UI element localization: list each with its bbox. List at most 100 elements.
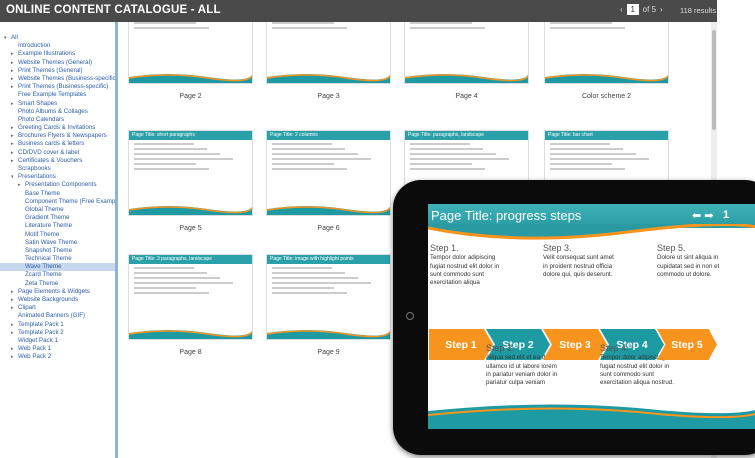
thumbnail[interactable] (404, 22, 529, 84)
sidebar-item[interactable]: ▸ Brochures Flyers & Newspapers (0, 132, 115, 140)
sidebar-item-label: Introduction (18, 42, 51, 50)
chevron-icon[interactable]: ▾ (11, 173, 18, 181)
sidebar-item-label: Photo Calendars (18, 115, 65, 123)
thumbnail[interactable]: Page Title: image with highlight points (266, 254, 391, 340)
thumbnail[interactable] (128, 22, 253, 84)
chevron-icon[interactable]: ▸ (11, 345, 18, 353)
sidebar-item[interactable]: ▸ CD/DVD cover & label (0, 149, 115, 157)
thumbnail[interactable]: Page Title: short paragraphs (128, 130, 253, 216)
chevron-icon[interactable]: ▸ (11, 296, 18, 304)
chevron-icon[interactable]: ▸ (11, 50, 18, 58)
sidebar-item[interactable]: ▸ Page Elements & Widgets (0, 288, 115, 296)
sidebar-item-label: Zeta Theme (25, 279, 59, 287)
sidebar-item[interactable]: ▸ Website Backgrounds (0, 296, 115, 304)
text-line (134, 22, 196, 24)
thumbnail-caption: Page 3 (317, 93, 340, 100)
sidebar-item-label: Literature Theme (25, 222, 73, 230)
chevron-icon[interactable]: ▸ (11, 304, 18, 312)
text-line (410, 148, 483, 150)
sidebar-item[interactable]: ▸ Template Pack 2 (0, 329, 115, 337)
thumbnail[interactable]: Page Title: 3 paragraphs, landscape (128, 254, 253, 340)
step-text: Step 3. Velit consequat sunt amet in proi… (543, 243, 619, 279)
sidebar-item[interactable]: Photo Albums & Collages (0, 108, 115, 116)
sidebar-item-label: Snapshot Theme (25, 246, 73, 254)
text-line (272, 148, 345, 150)
sidebar-item[interactable]: ▸ Print Themes (Business-specific) (0, 83, 115, 91)
sidebar-item-label: Print Themes (General) (18, 66, 83, 74)
sidebar-item[interactable]: Satin Wave Theme (0, 239, 115, 247)
slide-title: Page Title: progress steps (431, 208, 582, 223)
sidebar-item[interactable]: ▸ Greeting Cards & Invitations (0, 124, 115, 132)
text-line (134, 272, 207, 274)
sidebar-item[interactable]: Literature Theme (0, 222, 115, 230)
text-line (134, 168, 209, 170)
sidebar-item[interactable]: Animated Banners (GIF) (0, 312, 115, 320)
sidebar-item[interactable]: Zcard Theme (0, 271, 115, 279)
text-line (272, 168, 347, 170)
chevron-icon[interactable]: ▸ (11, 321, 18, 329)
text-line (410, 153, 496, 155)
sidebar-item[interactable]: Technical Theme (0, 255, 115, 263)
sidebar-item[interactable]: Photo Calendars (0, 116, 115, 124)
chevron-icon[interactable]: ▸ (11, 132, 18, 140)
chevron-icon[interactable]: ▸ (11, 124, 18, 132)
sidebar-item[interactable]: ▾ All (0, 34, 115, 42)
chevron-icon[interactable]: ▸ (11, 100, 18, 108)
chevron-left-icon[interactable]: ‹ (620, 5, 623, 14)
sidebar-item[interactable]: ▸ Certificates & Vouchers (0, 157, 115, 165)
chevron-icon[interactable]: ▸ (11, 353, 18, 361)
chevron-right-icon[interactable]: › (660, 5, 663, 14)
step-body: Dolore ut sint aliqua in cupidatat sed i… (657, 254, 720, 278)
sidebar-item[interactable]: Snapshot Theme (0, 247, 115, 255)
text-line (134, 267, 194, 269)
thumbnail[interactable] (544, 22, 669, 84)
text-line (272, 158, 371, 160)
sidebar-item[interactable]: ▸ Website Themes (General) (0, 59, 115, 67)
thumbnail[interactable] (266, 22, 391, 84)
sidebar-item[interactable]: Component Theme (Free Example) (0, 198, 115, 206)
sidebar-item[interactable]: ▸ Example Illustrations (0, 50, 115, 58)
text-line (410, 168, 485, 170)
thumbnail-caption: Page 5 (179, 225, 202, 232)
chevron-icon[interactable]: ▸ (11, 75, 18, 83)
scroll-thumb[interactable] (712, 30, 716, 130)
page-input[interactable]: 1 (626, 4, 639, 15)
chevron-icon[interactable]: ▸ (11, 83, 18, 91)
chevron-icon[interactable]: ▸ (11, 329, 18, 337)
sidebar-item[interactable]: Zeta Theme (0, 280, 115, 288)
sidebar-item[interactable]: Wave Theme (0, 263, 115, 272)
thumbnail[interactable]: Page Title: 2 columns (266, 130, 391, 216)
sidebar-item[interactable]: Gradient Theme (0, 214, 115, 222)
sidebar-item[interactable]: Global Theme (0, 206, 115, 214)
chevron-icon[interactable]: ▸ (11, 288, 18, 296)
sidebar-item[interactable]: ▸ Website Themes (Business-specific) (0, 75, 115, 83)
chevron-icon[interactable]: ▸ (11, 67, 18, 75)
chevron-icon[interactable]: ▸ (11, 140, 18, 148)
sidebar-item-label: Website Themes (Business-specific) (18, 74, 118, 82)
sidebar-item[interactable]: ▸ Web Pack 2 (0, 353, 115, 361)
sidebar-item[interactable]: ▸ Print Themes (General) (0, 67, 115, 75)
chevron-icon[interactable]: ▾ (4, 34, 11, 42)
chevron-icon[interactable]: ▸ (18, 181, 25, 189)
sidebar-item[interactable]: Introduction (0, 42, 115, 50)
sidebar-item-label: Animated Banners (GIF) (18, 312, 86, 320)
chevron-icon[interactable]: ▸ (11, 59, 18, 67)
sidebar-item[interactable]: ▾ Presentations (0, 173, 115, 181)
sidebar-item[interactable]: ▸ Clipart (0, 304, 115, 312)
sidebar-item[interactable]: ▸ Web Pack 1 (0, 345, 115, 353)
sidebar-item[interactable]: Free Example Templates (0, 91, 115, 99)
chevron-icon[interactable]: ▸ (11, 149, 18, 157)
sidebar-item[interactable]: ▸ Business cards & letters (0, 140, 115, 148)
sidebar-item[interactable]: Widget Pack 1 (0, 337, 115, 345)
sidebar-item[interactable]: ▸ Presentation Components (0, 181, 115, 189)
sidebar-item[interactable]: Scrapbooks (0, 165, 115, 173)
sidebar-item[interactable]: ▸ Smart Shapes (0, 100, 115, 108)
sidebar-item-label: Brochures Flyers & Newspapers (18, 132, 107, 140)
sidebar-item[interactable]: ▸ Template Pack 1 (0, 321, 115, 329)
sidebar-item-label: All (11, 34, 18, 41)
sidebar-item[interactable]: Motif Theme (0, 231, 115, 239)
chevron-icon[interactable]: ▸ (11, 157, 18, 165)
thumbnail-caption: Page 2 (179, 93, 202, 100)
sidebar-item[interactable]: Base Theme (0, 190, 115, 198)
sidebar-item-label: Example Illustrations (18, 50, 76, 58)
